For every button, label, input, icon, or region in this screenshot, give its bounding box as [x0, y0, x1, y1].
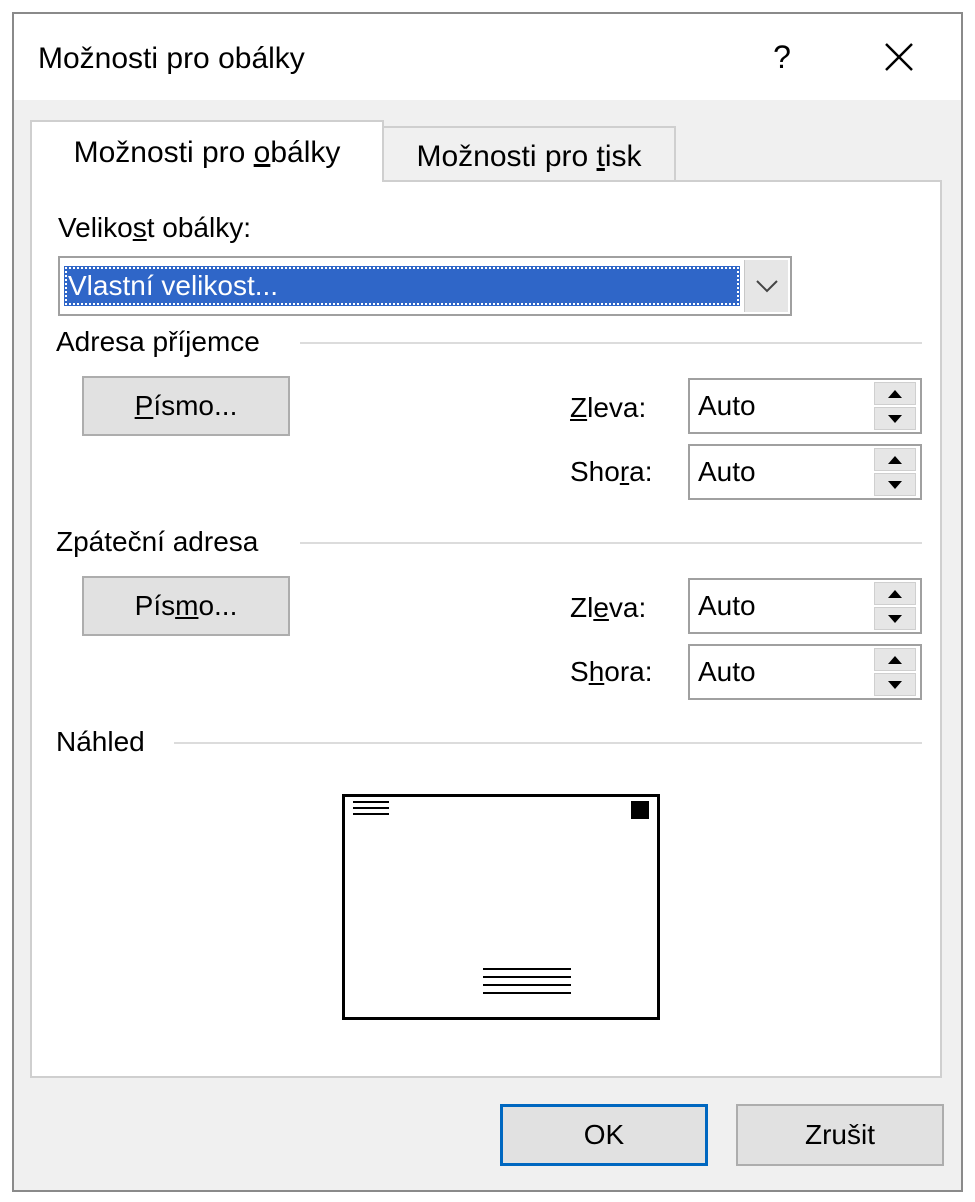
return-group-label: Zpáteční adresa	[56, 526, 259, 557]
return-top-decrement[interactable]	[874, 673, 916, 696]
title-bar: Možnosti pro obálky ?	[14, 14, 961, 100]
envelope-size-label: Velikost obálky:	[58, 212, 251, 243]
recipient-left-increment[interactable]	[874, 382, 916, 405]
stamp-icon	[631, 801, 649, 819]
help-icon: ?	[773, 38, 791, 75]
recipient-address-line	[483, 968, 571, 970]
close-icon	[885, 43, 913, 71]
return-address-line	[353, 813, 389, 815]
dropdown-button[interactable]	[744, 260, 788, 312]
return-top-label: Shora:	[570, 656, 653, 687]
return-top-input[interactable]	[698, 646, 878, 698]
return-group-divider	[300, 542, 922, 544]
recipient-top-decrement[interactable]	[874, 473, 916, 496]
return-address-line	[353, 807, 389, 809]
return-address-line	[353, 801, 389, 803]
recipient-top-spinner[interactable]	[688, 444, 922, 500]
close-button[interactable]	[866, 28, 932, 86]
envelope-size-selected-value: Vlastní velikost...	[64, 266, 740, 306]
return-left-label: Zleva:	[570, 592, 647, 623]
recipient-group-label: Adresa příjemce	[56, 326, 260, 357]
recipient-top-increment[interactable]	[874, 448, 916, 471]
tab-panel: Velikost obálky: Vlastní velikost... Adr…	[30, 180, 942, 1078]
recipient-font-button[interactable]: Písmo...	[82, 376, 290, 436]
triangle-down-icon	[888, 480, 902, 489]
triangle-up-icon	[888, 389, 902, 398]
chevron-down-icon	[755, 280, 778, 293]
triangle-down-icon	[888, 414, 902, 423]
recipient-top-input[interactable]	[698, 446, 878, 498]
cancel-button[interactable]: Zrušit	[736, 1104, 944, 1166]
return-left-input[interactable]	[698, 580, 878, 632]
tab-printing-options[interactable]: Možnosti pro tisk	[384, 126, 676, 180]
triangle-up-icon	[888, 455, 902, 464]
recipient-left-decrement[interactable]	[874, 407, 916, 430]
triangle-down-icon	[888, 614, 902, 623]
return-top-increment[interactable]	[874, 648, 916, 671]
recipient-left-spinner[interactable]	[688, 378, 922, 434]
recipient-top-label: Shora:	[570, 456, 653, 487]
ok-button[interactable]: OK	[500, 1104, 708, 1166]
triangle-up-icon	[888, 589, 902, 598]
tab-envelope-options[interactable]: Možnosti pro obálky	[30, 120, 384, 182]
help-button[interactable]: ?	[754, 28, 810, 86]
triangle-down-icon	[888, 680, 902, 689]
envelope-options-dialog: Možnosti pro obálky ? Možnosti pro obálk…	[12, 12, 963, 1192]
return-top-spinner[interactable]	[688, 644, 922, 700]
recipient-left-input[interactable]	[698, 380, 878, 432]
recipient-address-line	[483, 992, 571, 994]
return-font-button[interactable]: Pís m o...	[82, 576, 290, 636]
dialog-title: Možnosti pro obálky	[38, 42, 305, 75]
triangle-up-icon	[888, 655, 902, 664]
envelope-preview	[342, 794, 660, 1020]
recipient-left-label: Zleva:	[570, 392, 647, 423]
recipient-address-line	[483, 976, 571, 978]
envelope-size-select[interactable]: Vlastní velikost...	[58, 256, 792, 316]
return-left-increment[interactable]	[874, 582, 916, 605]
return-left-decrement[interactable]	[874, 607, 916, 630]
preview-group-divider	[174, 742, 922, 744]
recipient-address-line	[483, 984, 571, 986]
preview-group-label: Náhled	[56, 726, 145, 757]
recipient-group-divider	[300, 342, 922, 344]
return-left-spinner[interactable]	[688, 578, 922, 634]
